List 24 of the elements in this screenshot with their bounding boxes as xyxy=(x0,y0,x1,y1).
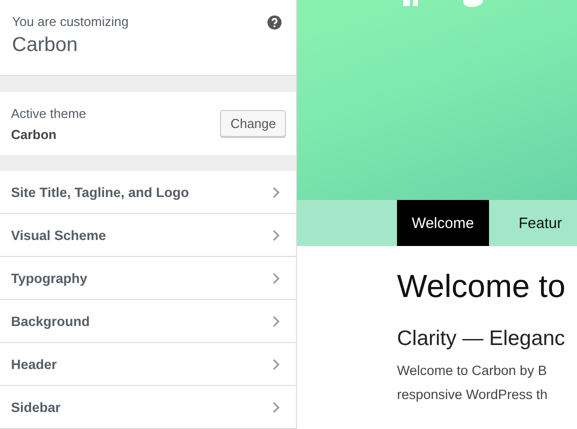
section-item[interactable]: Background xyxy=(0,300,296,343)
section-item[interactable]: Header xyxy=(0,343,296,386)
chevron-right-icon xyxy=(272,228,280,242)
page-heading: Welcome to xyxy=(397,268,566,305)
section-item[interactable]: Site Title, Tagline, and Logo xyxy=(0,171,296,214)
section-item[interactable]: Typography xyxy=(0,257,296,300)
chevron-right-icon xyxy=(272,186,280,198)
help-icon[interactable] xyxy=(267,15,282,30)
active-theme-name: Carbon xyxy=(11,126,56,142)
chevron-right-icon xyxy=(272,358,280,370)
change-button[interactable]: Change xyxy=(220,110,286,137)
body-text: Welcome to Carbon by B xyxy=(397,362,547,380)
theme-title: Carbon xyxy=(12,34,78,57)
body-text: responsive WordPress th xyxy=(397,386,548,404)
customizing-label: You are customizing xyxy=(12,14,129,29)
active-theme-label: Active theme xyxy=(11,106,86,120)
nav-link[interactable]: Featur xyxy=(504,200,577,246)
nav-link[interactable]: Welcome xyxy=(397,200,489,246)
section-item[interactable]: Visual Scheme xyxy=(0,214,296,257)
chevron-right-icon xyxy=(272,314,280,328)
chevron-right-icon xyxy=(272,400,280,414)
section-item[interactable]: Sidebar xyxy=(0,386,296,429)
page-subheading: Clarity — Eleganc xyxy=(397,327,566,351)
chevron-right-icon xyxy=(272,272,280,284)
